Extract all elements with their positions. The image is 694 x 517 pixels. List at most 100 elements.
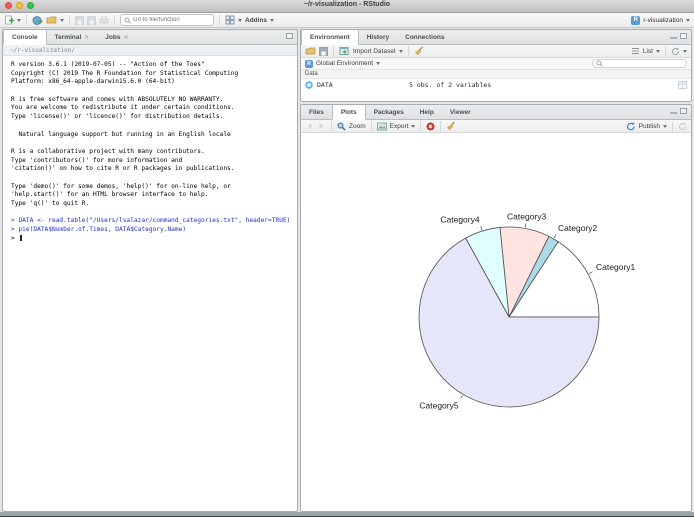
pie-label-tick <box>460 395 463 399</box>
remove-plot-icon[interactable] <box>426 122 435 131</box>
save-icon[interactable] <box>75 15 84 25</box>
working-directory[interactable]: ~/r-visualization/ <box>10 47 75 54</box>
global-environment-selector[interactable]: Global Environment <box>316 60 373 67</box>
import-dataset-button[interactable]: Import Dataset <box>353 48 396 55</box>
pie-chart: Category1 Category2 Category3 Category4 Cate… <box>418 212 636 411</box>
tab-terminal[interactable]: Terminal ✕ <box>47 30 98 44</box>
new-file-icon[interactable] <box>4 15 14 26</box>
maximize-console-pane-icon[interactable] <box>286 33 293 39</box>
new-project-icon[interactable] <box>32 15 43 26</box>
environment-search-box[interactable] <box>592 59 687 68</box>
console-line: R version 3.6.1 (2019-07-05) -- "Action … <box>11 61 205 68</box>
refresh-environment-caret[interactable] <box>683 49 687 53</box>
maximize-plots-pane-icon[interactable] <box>680 108 687 114</box>
tab-viewer[interactable]: Viewer <box>442 105 479 119</box>
title-bar: ~/r-visualization - RStudio <box>0 0 694 13</box>
list-view-caret[interactable] <box>656 49 660 53</box>
view-table-icon[interactable] <box>678 80 687 89</box>
environment-scope-row: R Global Environment <box>301 58 691 70</box>
publish-button[interactable]: Publish <box>639 123 660 130</box>
next-plot-icon[interactable] <box>317 122 326 130</box>
previous-plot-icon[interactable] <box>305 122 314 130</box>
save-workspace-icon[interactable] <box>319 46 328 56</box>
minimize-environment-pane-icon[interactable] <box>670 37 677 39</box>
maximize-environment-pane-icon[interactable] <box>680 33 687 39</box>
zoom-plot-button[interactable]: Zoom <box>349 123 366 130</box>
close-jobs-tab-icon[interactable]: ✕ <box>123 34 128 41</box>
refresh-environment-icon[interactable] <box>671 47 680 56</box>
minimize-plots-pane-icon[interactable] <box>670 112 677 114</box>
data-section-header: Data <box>301 70 691 79</box>
tab-help[interactable]: Help <box>412 105 442 119</box>
addins-caret[interactable] <box>270 18 275 22</box>
object-name[interactable]: DATA <box>317 81 405 89</box>
open-file-icon[interactable] <box>46 15 57 25</box>
publish-icon <box>626 121 636 131</box>
tab-history-label: History <box>366 33 390 41</box>
close-terminal-tab-icon[interactable]: ✕ <box>84 34 89 41</box>
console-line: > pie(DATA$Number.of.Times, DATA$Categor… <box>11 226 187 234</box>
tab-plots[interactable]: Plots <box>331 105 366 120</box>
environment-toolbar: Import Dataset List <box>301 45 691 58</box>
tab-plots-label: Plots <box>340 108 357 116</box>
open-recent-caret[interactable] <box>60 18 64 22</box>
console-tabbar: Console Terminal ✕ Jobs ✕ <box>3 30 297 45</box>
export-plot-caret[interactable] <box>411 124 416 128</box>
refresh-plot-icon[interactable] <box>678 122 687 131</box>
tab-environment-label: Environment <box>310 33 350 41</box>
toolbar-separator <box>69 15 70 25</box>
global-environment-icon: R <box>305 59 313 68</box>
clear-all-plots-broom-icon[interactable] <box>446 121 456 131</box>
console-line: Type 'demo()' for some demos, 'help()' f… <box>11 182 231 190</box>
tab-connections[interactable]: Connections <box>397 30 452 44</box>
import-dataset-caret[interactable] <box>398 49 403 53</box>
console-line: Type 'contributors()' for more informati… <box>11 156 183 164</box>
clear-workspace-broom-icon[interactable] <box>414 46 424 56</box>
goto-file-icon <box>124 17 131 24</box>
project-menu-button[interactable]: R r-visualization <box>631 15 690 25</box>
pie-label-category1: Category1 <box>596 262 635 272</box>
console-line: R is a collaborative project with many c… <box>11 147 205 155</box>
publish-caret[interactable] <box>663 124 667 128</box>
load-workspace-icon[interactable] <box>305 46 316 56</box>
tab-jobs[interactable]: Jobs ✕ <box>97 30 136 44</box>
tab-environment[interactable]: Environment <box>301 30 359 45</box>
console-line: Type 'q()' to quit R. <box>11 200 90 207</box>
console-line: 'help.start()' for an HTML browser inter… <box>11 191 209 199</box>
save-all-icon[interactable] <box>87 15 96 25</box>
plots-tabbar: Files Plots Packages Help Viewer <box>301 105 691 120</box>
environment-search-input[interactable] <box>605 60 683 67</box>
addins-button[interactable]: Addins <box>245 17 267 24</box>
pane-layout-icon[interactable] <box>225 15 235 25</box>
goto-file-box[interactable] <box>120 14 214 26</box>
environment-object-row[interactable]: DATA 5 obs. of 2 variables <box>301 79 691 90</box>
tab-files[interactable]: Files <box>301 105 332 119</box>
pie-label-tick <box>480 226 483 231</box>
global-environment-caret[interactable] <box>376 62 381 65</box>
console-line: Type 'license()' or 'licence()' for dist… <box>11 113 224 121</box>
tab-history[interactable]: History <box>359 30 397 44</box>
pane-layout-caret[interactable] <box>238 18 242 22</box>
environment-tabbar: Environment History Connections <box>301 30 691 45</box>
console-cursor <box>20 234 23 241</box>
new-file-menu-caret[interactable] <box>17 18 21 22</box>
tab-packages[interactable]: Packages <box>366 105 412 119</box>
console-output[interactable]: R version 3.6.1 (2019-07-05) -- "Action … <box>3 56 297 248</box>
r-project-icon: R <box>631 15 641 25</box>
toolbar-separator <box>114 15 115 25</box>
print-icon[interactable] <box>99 15 109 25</box>
toolbar-separator <box>440 121 442 131</box>
toolbar-separator <box>665 46 666 56</box>
export-plot-button[interactable]: Export <box>390 123 409 130</box>
zoom-plot-icon <box>337 122 346 131</box>
tab-files-label: Files <box>309 108 324 116</box>
tab-terminal-label: Terminal <box>54 33 82 41</box>
tab-connections-label: Connections <box>405 33 445 41</box>
list-view-button[interactable]: List <box>643 48 653 55</box>
tab-packages-label: Packages <box>373 108 404 116</box>
environment-panel: Environment History Connections Import D… <box>300 29 692 102</box>
tab-console[interactable]: Console <box>3 30 47 45</box>
goto-file-input[interactable] <box>133 17 210 23</box>
export-plot-icon <box>376 122 387 131</box>
